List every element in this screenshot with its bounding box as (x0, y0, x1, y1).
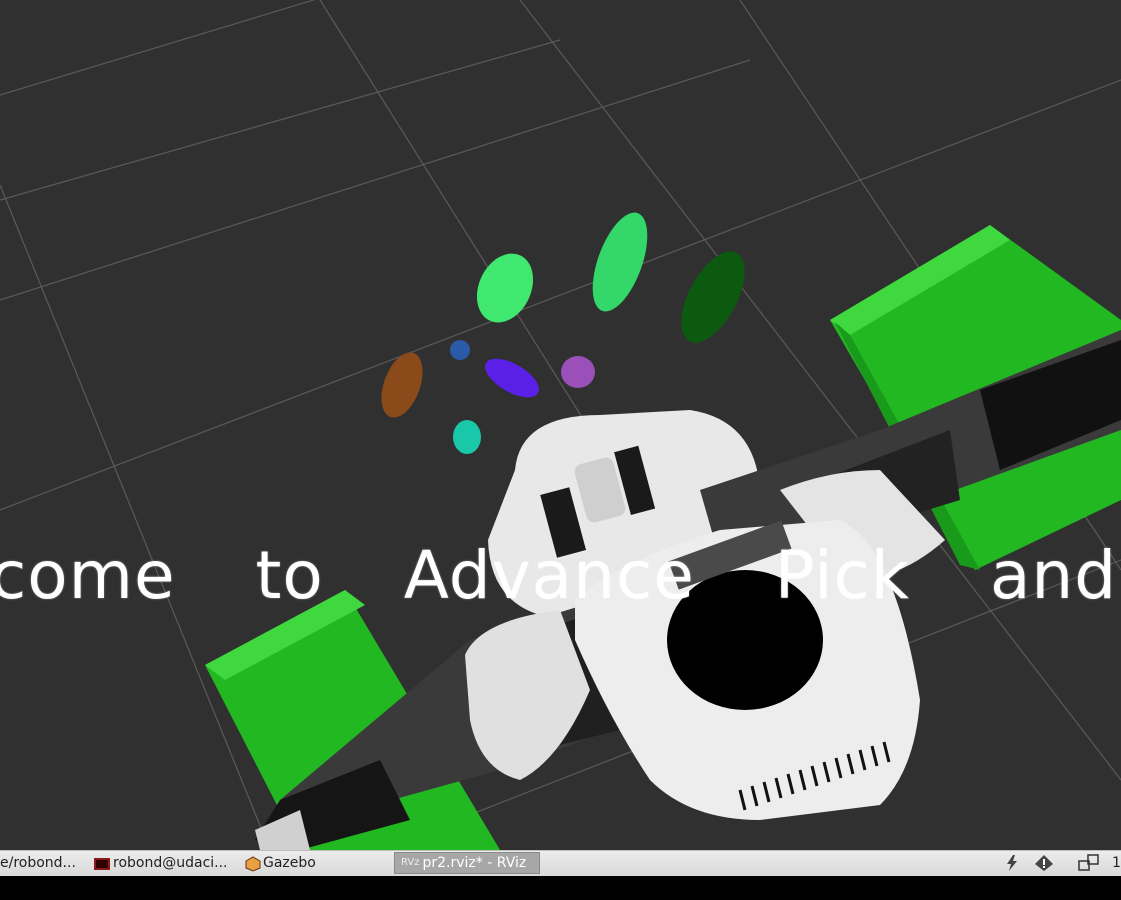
cluster-brown (381, 352, 423, 418)
taskbar-item-label: e/robond... (0, 855, 76, 871)
cluster-dark-green (681, 251, 745, 343)
taskbar-item-label: Gazebo (263, 855, 316, 871)
rviz-icon: RVz (401, 857, 420, 868)
taskbar-item-terminal-1[interactable]: e/robond... (0, 852, 76, 874)
cluster-teal (453, 420, 481, 454)
welcome-banner-text: come to Advance Pick and Place (0, 537, 1118, 614)
clock[interactable]: 1 (1112, 852, 1121, 874)
terminal-icon (94, 856, 110, 870)
screen-bottom-strip (0, 876, 1121, 900)
taskbar-item-rviz[interactable]: RVz pr2.rviz* - RViz (394, 852, 540, 874)
taskbar: e/robond... robond@udaci... Gazebo RVz p… (0, 850, 1121, 876)
warning-icon[interactable] (1034, 852, 1054, 874)
gazebo-icon (244, 856, 261, 872)
rviz-3d-viewport[interactable]: come to Advance Pick and Place (0, 0, 1121, 850)
cluster-light-green (476, 253, 534, 323)
cluster-dark-blue (450, 340, 470, 360)
taskbar-item-gazebo[interactable]: Gazebo (244, 852, 316, 874)
taskbar-item-label: robond@udaci... (113, 855, 228, 871)
cluster-violet (485, 358, 539, 398)
taskbar-item-terminal-2[interactable]: robond@udaci... (94, 852, 228, 874)
workspace-icon[interactable] (1078, 852, 1100, 874)
scene-canvas[interactable] (0, 0, 1121, 850)
cluster-purple (561, 356, 595, 388)
taskbar-item-label: pr2.rviz* - RViz (422, 855, 527, 871)
lightning-icon[interactable] (1006, 852, 1018, 874)
